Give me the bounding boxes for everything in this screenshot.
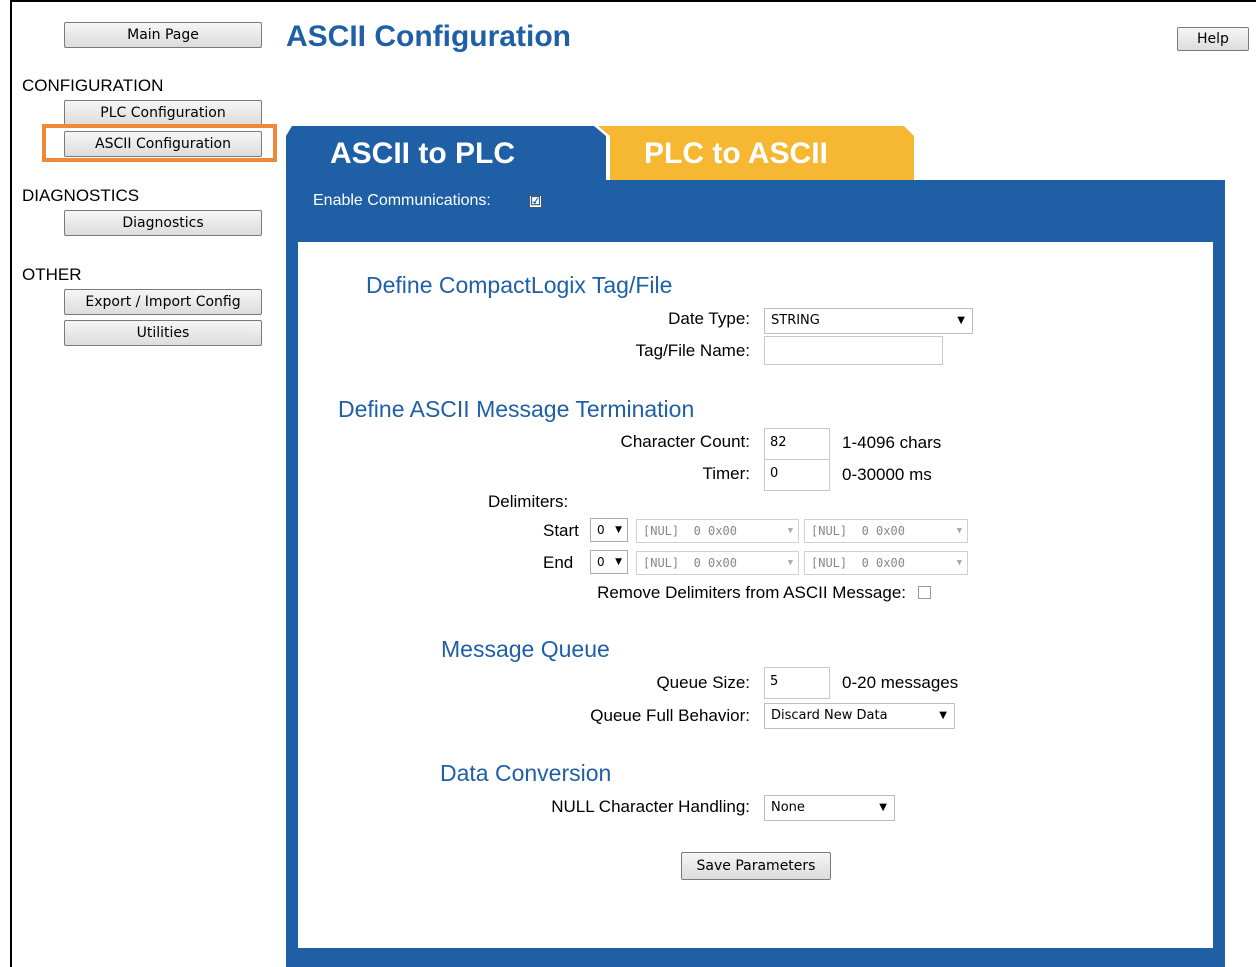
end-delimiter-1-value: [NUL] 0 0x00 [643, 556, 737, 570]
queue-full-select[interactable]: Discard New Data ▼ [764, 703, 955, 729]
null-handling-label: NULL Character Handling: [551, 797, 750, 816]
start-delimiter-2-select[interactable]: [NUL] 0 0x00 ▼ [804, 519, 968, 543]
remove-delimiters-checkbox[interactable] [918, 586, 931, 599]
other-section-label: OTHER [22, 265, 82, 284]
page-title: ASCII Configuration [286, 20, 571, 53]
end-delimiter-count-value: 0 [597, 555, 605, 569]
tag-name-label: Tag/File Name: [635, 341, 750, 360]
plc-configuration-button[interactable]: PLC Configuration [64, 100, 262, 126]
export-import-config-button[interactable]: Export / Import Config [64, 289, 262, 315]
help-button[interactable]: Help [1177, 27, 1249, 51]
timer-label: Timer: [702, 464, 750, 483]
start-delimiter-label: Start [543, 521, 579, 540]
main-page-button[interactable]: Main Page [64, 22, 262, 48]
dropdown-arrow-icon: ▼ [615, 525, 622, 535]
null-handling-value: None [771, 800, 805, 815]
dropdown-arrow-icon: ▼ [957, 315, 965, 326]
character-count-label: Character Count: [620, 432, 750, 451]
end-delimiter-1-select[interactable]: [NUL] 0 0x00 ▼ [636, 551, 799, 575]
tab-ascii-to-plc[interactable]: ASCII to PLC [286, 126, 606, 182]
character-count-unit: 1-4096 chars [842, 433, 942, 452]
queue-size-unit: 0-20 messages [842, 673, 959, 692]
enable-communications-checkbox[interactable]: ☑ [529, 195, 542, 208]
dropdown-arrow-icon: ▼ [787, 558, 793, 568]
queue-section-heading: Message Queue [441, 636, 610, 662]
dropdown-arrow-icon: ▼ [939, 710, 947, 721]
end-delimiter-2-select[interactable]: [NUL] 0 0x00 ▼ [804, 551, 968, 575]
frame-top-border [10, 0, 1256, 2]
start-delimiter-count-value: 0 [597, 523, 605, 537]
timer-unit: 0-30000 ms [842, 465, 932, 484]
end-delimiter-2-value: [NUL] 0 0x00 [811, 556, 905, 570]
save-parameters-button[interactable]: Save Parameters [681, 852, 831, 880]
conversion-section-heading: Data Conversion [440, 760, 612, 786]
diagnostics-section-label: DIAGNOSTICS [22, 186, 140, 205]
end-delimiter-label: End [543, 553, 574, 572]
tab-plc-to-ascii[interactable]: PLC to ASCII [598, 126, 914, 182]
dropdown-arrow-icon: ▼ [787, 526, 793, 536]
dropdown-arrow-icon: ▼ [956, 526, 962, 536]
ascii-configuration-button[interactable]: ASCII Configuration [64, 131, 262, 157]
termination-section-heading: Define ASCII Message Termination [338, 396, 695, 422]
start-delimiter-count-select[interactable]: 0 ▼ [590, 518, 628, 542]
start-delimiter-2-value: [NUL] 0 0x00 [811, 524, 905, 538]
configuration-section-label: CONFIGURATION [22, 76, 164, 95]
data-type-value: STRING [771, 313, 820, 328]
character-count-input[interactable]: 82 [764, 428, 830, 460]
remove-delimiters-label: Remove Delimiters from ASCII Message: [597, 583, 906, 602]
delimiters-label: Delimiters: [488, 492, 569, 511]
start-delimiter-1-select[interactable]: [NUL] 0 0x00 ▼ [636, 519, 799, 543]
null-handling-select[interactable]: None ▼ [764, 795, 895, 821]
utilities-button[interactable]: Utilities [64, 320, 262, 346]
diagnostics-button[interactable]: Diagnostics [64, 210, 262, 236]
start-delimiter-1-value: [NUL] 0 0x00 [643, 524, 737, 538]
data-type-select[interactable]: STRING ▼ [764, 308, 973, 334]
tag-name-input[interactable] [764, 336, 943, 365]
timer-input[interactable]: 0 [764, 459, 830, 491]
dropdown-arrow-icon: ▼ [615, 557, 622, 567]
queue-full-label: Queue Full Behavior: [590, 706, 750, 725]
queue-size-label: Queue Size: [656, 673, 750, 692]
tag-section-heading: Define CompactLogix Tag/File [366, 272, 673, 298]
dropdown-arrow-icon: ▼ [879, 802, 887, 813]
frame-left-border [10, 0, 12, 967]
dropdown-arrow-icon: ▼ [956, 558, 962, 568]
queue-size-input[interactable]: 5 [764, 667, 830, 699]
end-delimiter-count-select[interactable]: 0 ▼ [590, 550, 628, 574]
enable-communications-label: Enable Communications: [313, 192, 491, 209]
data-type-label: Date Type: [668, 309, 750, 328]
queue-full-value: Discard New Data [771, 708, 888, 723]
